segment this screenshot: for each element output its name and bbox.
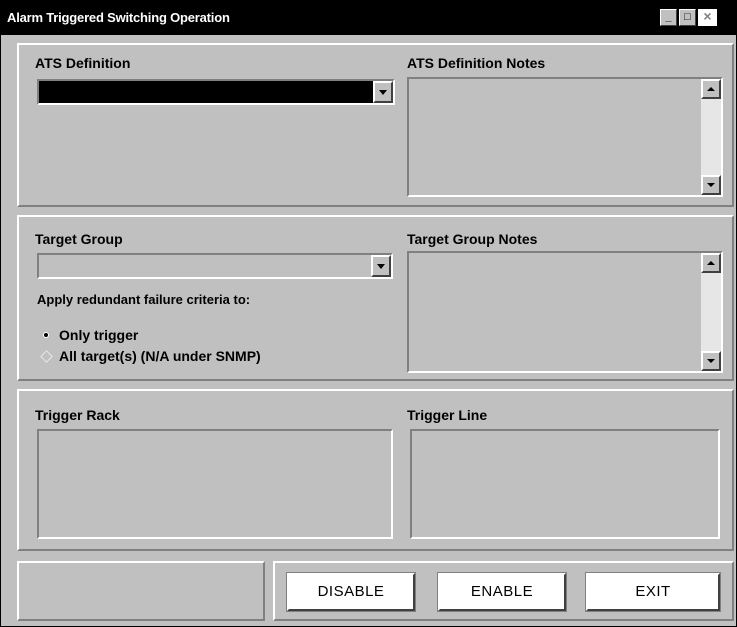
ats-definition-notes-textarea[interactable]: [407, 77, 723, 197]
target-group-label: Target Group: [35, 231, 123, 247]
target-group-notes-label: Target Group Notes: [407, 231, 538, 247]
trigger-line-label: Trigger Line: [407, 407, 488, 423]
radio-selected-icon: [41, 330, 51, 340]
maximize-icon: □: [684, 11, 691, 23]
scroll-up-icon[interactable]: [701, 253, 721, 273]
target-group-panel: Target Group Apply redundant failure cri…: [17, 215, 734, 381]
ats-definition-notes-label: ATS Definition Notes: [407, 55, 546, 71]
trigger-rack-label: Trigger Rack: [35, 407, 120, 423]
trigger-panel: Trigger Rack Trigger Line: [17, 389, 734, 551]
target-notes-scrollbar[interactable]: [701, 253, 721, 371]
ats-definition-label: ATS Definition: [35, 55, 131, 71]
chevron-down-icon[interactable]: [373, 81, 393, 103]
minimize-button[interactable]: _: [660, 9, 677, 26]
title-bar[interactable]: Alarm Triggered Switching Operation _ □ …: [1, 1, 736, 35]
scroll-down-icon[interactable]: [701, 175, 721, 195]
chevron-down-icon[interactable]: [371, 255, 391, 277]
status-panel: [17, 561, 265, 621]
main-window: Alarm Triggered Switching Operation _ □ …: [0, 0, 737, 627]
target-group-value: [39, 255, 371, 277]
radio-disabled-icon: [41, 351, 51, 361]
ats-definition-select[interactable]: [37, 79, 395, 105]
minimize-icon: _: [665, 11, 672, 23]
trigger-line-box[interactable]: [410, 429, 720, 539]
close-button[interactable]: ×: [698, 9, 717, 26]
maximize-button[interactable]: □: [679, 9, 696, 26]
scroll-up-icon[interactable]: [701, 79, 721, 99]
close-icon: ×: [703, 8, 712, 24]
button-panel: DISABLE ENABLE EXIT: [273, 561, 734, 621]
radio-only-trigger-label: Only trigger: [59, 327, 139, 343]
criteria-label: Apply redundant failure criteria to:: [37, 292, 251, 307]
target-group-select[interactable]: [37, 253, 393, 279]
ats-notes-scrollbar[interactable]: [701, 79, 721, 195]
enable-button[interactable]: ENABLE: [437, 572, 567, 612]
ats-definition-panel: ATS Definition ATS Definition Notes: [17, 43, 734, 207]
ats-definition-value: [39, 81, 373, 103]
disable-button[interactable]: DISABLE: [286, 572, 416, 612]
scroll-down-icon[interactable]: [701, 351, 721, 371]
target-group-notes-textarea[interactable]: [407, 251, 723, 373]
radio-all-targets-label: All target(s) (N/A under SNMP): [59, 348, 261, 364]
exit-button[interactable]: EXIT: [585, 572, 721, 612]
window-title: Alarm Triggered Switching Operation: [7, 10, 230, 25]
trigger-rack-box[interactable]: [37, 429, 393, 539]
